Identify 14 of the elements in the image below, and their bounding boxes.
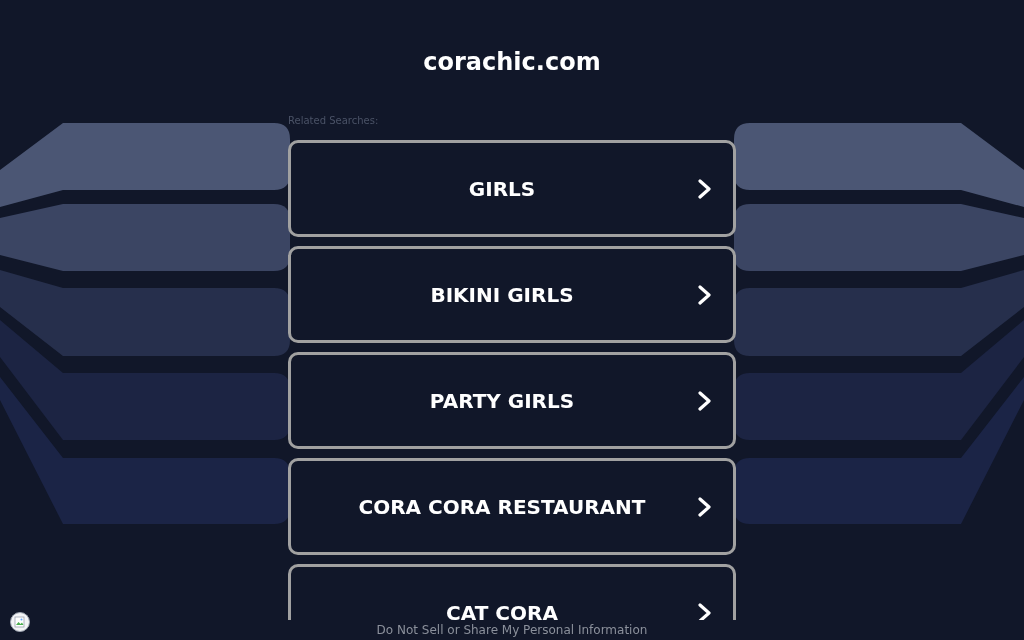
related-searches-label: Related Searches: [288,114,379,128]
chevron-right-icon [698,179,712,199]
chevron-right-icon [698,285,712,305]
related-search-button[interactable]: BIKINI GIRLS [288,246,736,343]
broken-image-icon [10,612,30,632]
site-title: corachic.com [423,47,601,78]
related-search-button[interactable]: PARTY GIRLS [288,352,736,449]
chevron-right-icon [698,391,712,411]
privacy-link[interactable]: Do Not Sell or Share My Personal Information [376,622,648,638]
related-search-button[interactable]: CORA CORA RESTAURANT [288,458,736,555]
chevron-right-icon [698,497,712,517]
related-search-button[interactable]: CAT CORA [288,564,736,620]
related-search-button[interactable]: GIRLS [288,140,736,237]
chevron-right-icon [698,603,712,620]
